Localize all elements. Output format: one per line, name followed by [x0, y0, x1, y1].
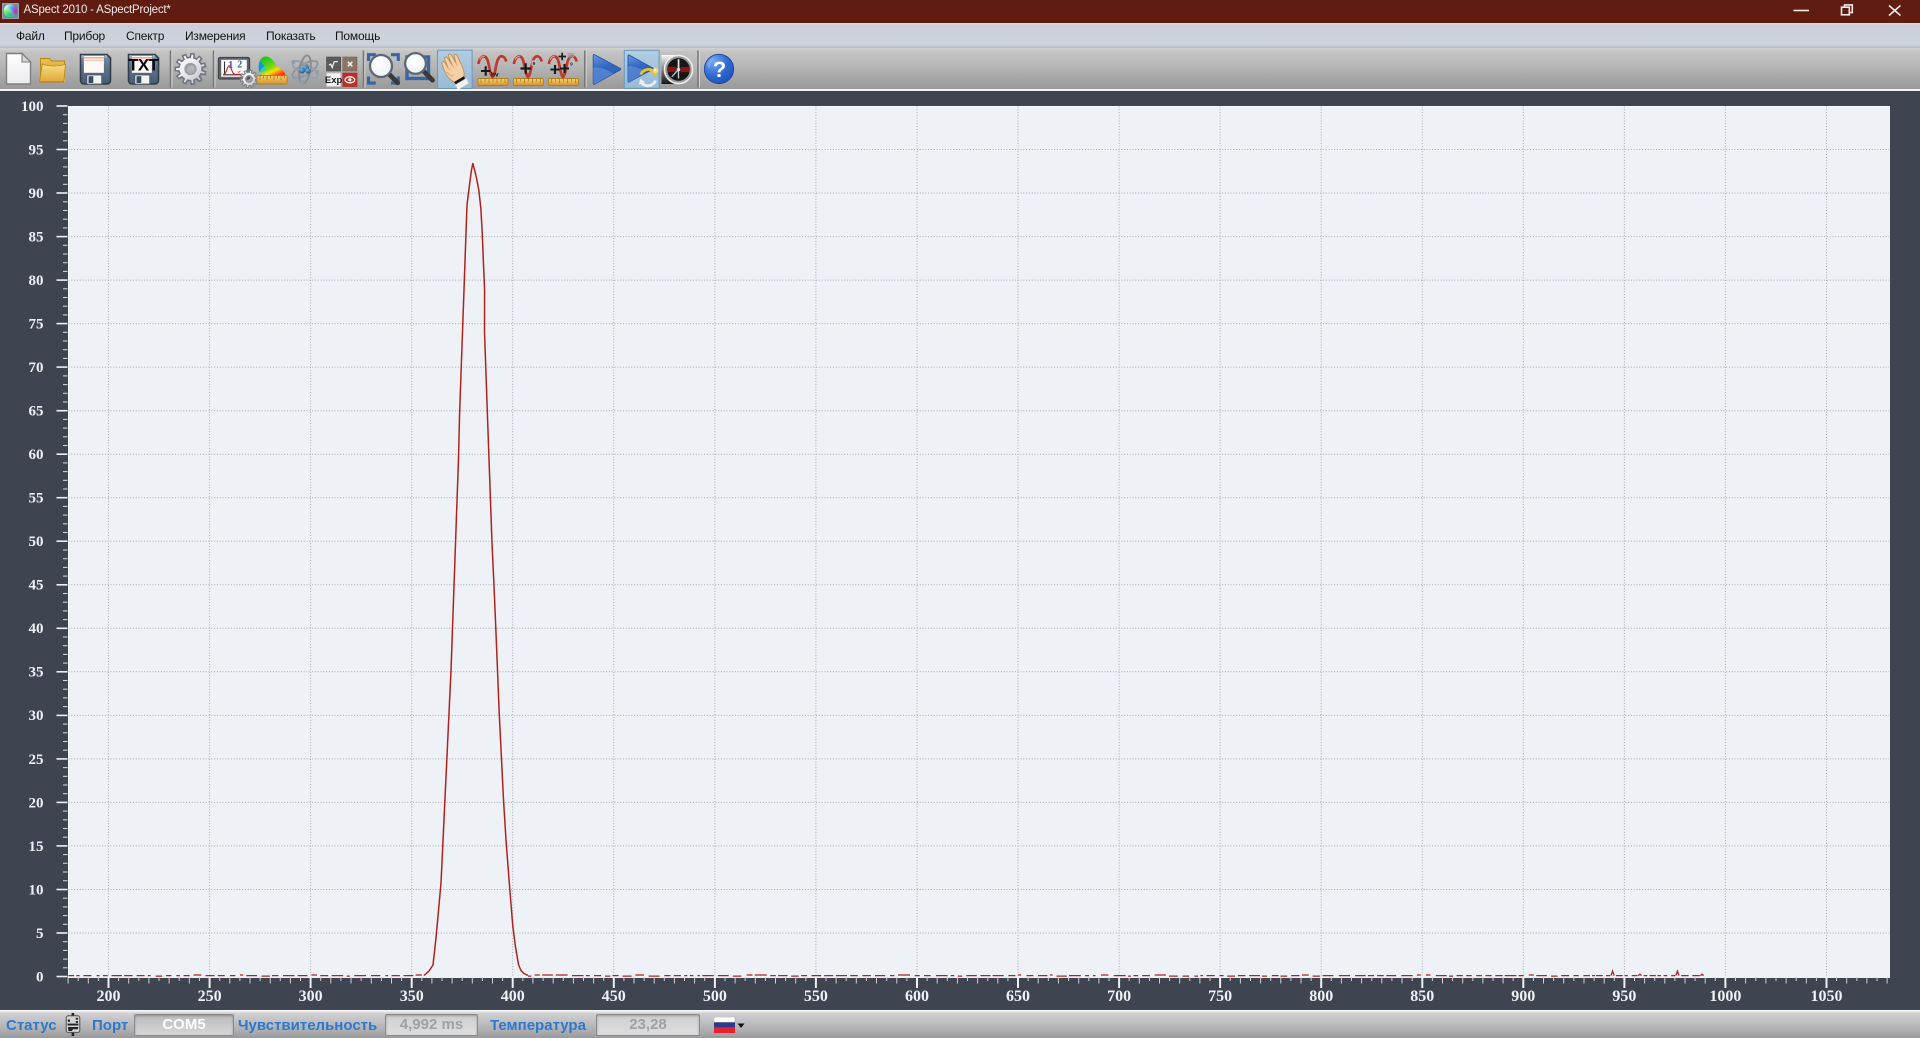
svg-text:?: ? — [713, 57, 726, 82]
svg-text:75: 75 — [29, 317, 44, 333]
svg-text:1000: 1000 — [1709, 988, 1741, 1005]
svg-text:15: 15 — [29, 839, 44, 855]
svg-text:9: 9 — [570, 62, 573, 68]
svg-text:450: 450 — [602, 988, 626, 1005]
svg-text:80: 80 — [29, 273, 44, 289]
svg-text:85: 85 — [29, 230, 44, 246]
svg-text:90: 90 — [29, 186, 44, 202]
svg-text:850: 850 — [1410, 988, 1434, 1005]
svg-text:750: 750 — [1208, 988, 1232, 1005]
svg-text:1050: 1050 — [1811, 988, 1843, 1005]
svg-text:900: 900 — [1511, 988, 1535, 1005]
svg-text:65: 65 — [29, 404, 44, 420]
svg-text:600: 600 — [905, 988, 929, 1005]
svg-text:400: 400 — [501, 988, 525, 1005]
svg-text:950: 950 — [1612, 988, 1636, 1005]
svg-text:1: 1 — [228, 60, 233, 71]
svg-text:95: 95 — [29, 142, 44, 158]
svg-text:50: 50 — [29, 534, 44, 550]
svg-text:250: 250 — [198, 988, 222, 1005]
svg-text:200: 200 — [97, 988, 121, 1005]
svg-text:70: 70 — [29, 360, 44, 376]
svg-text:TXT: TXT — [128, 56, 160, 75]
svg-text:2: 2 — [237, 60, 242, 71]
svg-text:650: 650 — [1006, 988, 1030, 1005]
svg-text:350: 350 — [400, 988, 424, 1005]
svg-text:550: 550 — [804, 988, 828, 1005]
svg-text:35: 35 — [29, 665, 44, 681]
svg-text:700: 700 — [1107, 988, 1131, 1005]
svg-text:60: 60 — [29, 447, 44, 463]
svg-text:800: 800 — [1309, 988, 1333, 1005]
svg-text:0: 0 — [36, 969, 44, 985]
svg-text:30: 30 — [29, 708, 44, 724]
svg-text:5: 5 — [36, 926, 44, 942]
svg-text:40: 40 — [29, 621, 44, 637]
svg-text:55: 55 — [29, 491, 44, 507]
svg-text:45: 45 — [29, 578, 44, 594]
svg-text:9: 9 — [533, 61, 536, 67]
svg-text:100: 100 — [21, 99, 44, 115]
svg-text:Exp: Exp — [325, 75, 343, 86]
svg-text:300: 300 — [299, 988, 323, 1005]
svg-text:20: 20 — [29, 795, 44, 811]
svg-text:25: 25 — [29, 752, 44, 768]
svg-text:500: 500 — [703, 988, 727, 1005]
svg-text:10: 10 — [29, 882, 44, 898]
svg-text:hv: hv — [491, 72, 499, 79]
